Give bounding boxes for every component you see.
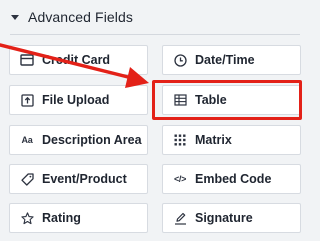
- field-label: Embed Code: [195, 172, 272, 186]
- embed-code-field-button[interactable]: </> Embed Code: [162, 164, 301, 194]
- clock-icon: [173, 53, 187, 67]
- field-label: Description Area: [42, 133, 142, 147]
- field-label: Event/Product: [42, 172, 127, 186]
- description-area-field-button[interactable]: Aa Description Area: [9, 125, 148, 155]
- table-icon: [173, 93, 187, 107]
- code-icon: </>: [173, 174, 187, 184]
- event-product-field-button[interactable]: Event/Product: [9, 164, 148, 194]
- credit-card-field-button[interactable]: Credit Card: [9, 45, 148, 75]
- star-icon: [20, 211, 34, 225]
- pen-signature-icon: [173, 211, 187, 225]
- table-field-button[interactable]: Table: [162, 85, 301, 115]
- text-aa-icon: Aa: [21, 135, 33, 145]
- tag-icon: [20, 172, 34, 186]
- field-label: File Upload: [42, 93, 110, 107]
- matrix-grid-icon: [173, 133, 187, 147]
- credit-card-icon: [20, 53, 34, 67]
- section-divider: [10, 34, 300, 35]
- field-label: Date/Time: [195, 53, 255, 67]
- field-label: Rating: [42, 211, 81, 225]
- section-title: Advanced Fields: [28, 9, 134, 25]
- matrix-field-button[interactable]: Matrix: [162, 125, 301, 155]
- file-upload-icon: [20, 93, 34, 107]
- field-label: Signature: [195, 211, 253, 225]
- rating-field-button[interactable]: Rating: [9, 203, 148, 233]
- advanced-fields-header[interactable]: Advanced Fields: [11, 7, 133, 27]
- field-label: Credit Card: [42, 53, 111, 67]
- file-upload-field-button[interactable]: File Upload: [9, 85, 148, 115]
- field-label: Table: [195, 93, 227, 107]
- date-time-field-button[interactable]: Date/Time: [162, 45, 301, 75]
- signature-field-button[interactable]: Signature: [162, 203, 301, 233]
- caret-down-icon: [11, 14, 19, 20]
- field-label: Matrix: [195, 133, 232, 147]
